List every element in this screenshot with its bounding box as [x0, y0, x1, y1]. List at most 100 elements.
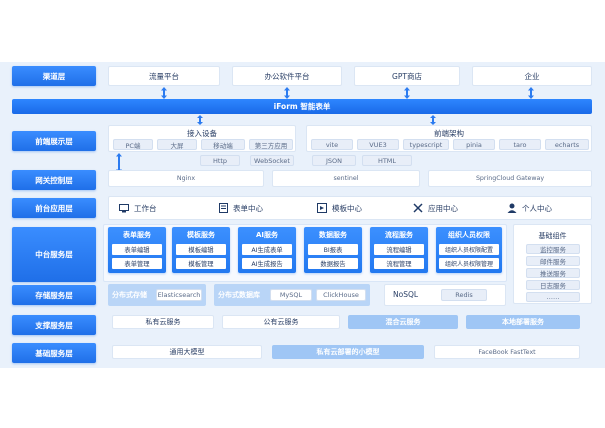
frontapp-item-personal-center[interactable]: 个人中心 — [507, 197, 552, 219]
support-item-label: 本地部署服务 — [502, 318, 544, 326]
pill-label: JSON — [325, 156, 343, 165]
pill-label: Elasticsearch — [157, 291, 201, 299]
pill-label: ClickHouse — [323, 291, 359, 299]
iform-banner: iForm 智能表单 — [12, 99, 592, 114]
support-hybrid-cloud: 混合云服务 — [348, 315, 458, 329]
service-item: 数据报告 — [308, 258, 358, 269]
support-item-label: 混合云服务 — [385, 318, 421, 326]
pill-label: …… — [546, 293, 560, 301]
double-arrow-icon — [161, 87, 167, 99]
frontapp-item-app-center[interactable]: 应用中心 — [413, 197, 458, 219]
access-device-mobile: 移动端 — [201, 139, 245, 150]
service-form: 表单服务 表单编辑 表单管理 — [108, 227, 166, 273]
pill-label: VUE3 — [369, 140, 387, 149]
service-item: 组织人员权限配置 — [439, 244, 499, 255]
service-item: 组织人员权限管理 — [439, 258, 499, 269]
layer-label-text: 存储服务层 — [35, 290, 73, 300]
pill-label: WebSocket — [254, 156, 290, 165]
service-item-label: 数据报告 — [320, 261, 346, 268]
service-title: 模板服务 — [187, 231, 215, 239]
access-device-pc: PC端 — [113, 139, 153, 150]
frontapp-item-form-center[interactable]: 表单中心 — [219, 197, 263, 219]
arch-typescript: typescript — [403, 139, 449, 150]
service-item: 流程编辑 — [374, 244, 424, 255]
pill-label: 日志服务 — [540, 282, 566, 290]
service-item-label: 表单管理 — [124, 261, 150, 268]
support-private-cloud: 私有云服务 — [112, 315, 214, 329]
layer-label-storage: 存储服务层 — [12, 285, 96, 305]
base-component-more: …… — [526, 292, 580, 302]
service-template: 模板服务 模板编辑 模板管理 — [172, 227, 230, 273]
arch-vite: vite — [311, 139, 353, 150]
service-item: AI生成表单 — [242, 244, 292, 255]
service-item-label: 组织人员权限管理 — [444, 261, 493, 268]
storage-distributed-storage: 分布式存储 Elasticsearch — [108, 284, 206, 306]
protocol-websocket: WebSocket — [250, 155, 294, 166]
channel-item-gpt: GPT商店 — [354, 66, 460, 86]
frontapp-item-template-center[interactable]: 模板中心 — [317, 197, 362, 219]
gateway-item-label: sentinel — [333, 175, 359, 182]
layer-label-text: 支撑服务层 — [35, 320, 73, 330]
layer-label-text: 中台服务层 — [35, 250, 73, 259]
layer-label-frontend: 前端展示层 — [12, 131, 96, 151]
double-arrow-icon — [284, 87, 290, 99]
pill-label: echarts — [554, 140, 580, 149]
base-fasttext: FaceBook FastText — [434, 345, 580, 359]
frontapp-bar: 工作台 表单中心 模板中心 应用中心 个人中心 — [108, 196, 592, 220]
service-title: 数据服务 — [319, 231, 347, 239]
access-devices-panel: 接入设备 PC端 大屏 移动端 第三方应用 — [108, 125, 296, 152]
service-item: 表单管理 — [112, 258, 162, 269]
service-item-label: BI报表 — [323, 247, 343, 254]
service-ai: AI服务 AI生成表单 AI生成报告 — [238, 227, 296, 273]
access-device-screen: 大屏 — [157, 139, 197, 150]
arch-vue3: VUE3 — [357, 139, 399, 150]
layer-label-frontapp: 前台应用层 — [12, 198, 96, 218]
gateway-springcloud: SpringCloud Gateway — [428, 170, 592, 187]
layer-label-text: 网关控制层 — [35, 175, 73, 185]
storage-nosql: NoSQL Redis — [384, 284, 506, 306]
base-component-mail: 邮件服务 — [526, 256, 580, 266]
layer-label-text: 前台应用层 — [35, 203, 73, 213]
frontend-architecture-panel: 前端架构 vite VUE3 typescript pinia taro ech… — [306, 125, 592, 152]
service-title: 流程服务 — [385, 231, 413, 239]
base-component-log: 日志服务 — [526, 280, 580, 290]
tools-icon — [413, 203, 423, 213]
service-item-label: 流程管理 — [386, 261, 412, 268]
protocol-http: Http — [200, 155, 240, 166]
frontend-architecture-title: 前端架构 — [434, 129, 464, 138]
storage-clickhouse: ClickHouse — [316, 289, 366, 301]
base-item-label: FaceBook FastText — [478, 348, 536, 356]
form-icon — [219, 203, 228, 213]
layer-label-text: 前端展示层 — [35, 136, 73, 146]
pill-label: 推送服务 — [540, 270, 566, 278]
arch-pinia: pinia — [453, 139, 495, 150]
frontapp-item-workbench[interactable]: 工作台 — [119, 197, 157, 219]
gateway-item-label: Nginx — [176, 175, 196, 182]
pill-label: 移动端 — [213, 141, 233, 150]
channel-item-label: 办公软件平台 — [264, 71, 310, 81]
storage-group-label: 分布式数据库 — [218, 291, 260, 299]
base-general-llm: 通用大模型 — [112, 345, 262, 359]
gateway-sentinel: sentinel — [272, 170, 420, 187]
frontapp-item-label: 应用中心 — [428, 203, 458, 213]
storage-elasticsearch: Elasticsearch — [156, 289, 202, 301]
service-process: 流程服务 流程编辑 流程管理 — [370, 227, 428, 273]
base-component-push: 推送服务 — [526, 268, 580, 278]
service-item-label: 流程编辑 — [386, 247, 412, 254]
storage-redis: Redis — [441, 289, 487, 301]
service-item-label: 模板编辑 — [188, 247, 214, 254]
pill-label: PC端 — [125, 141, 141, 150]
service-org-permission: 组织人员权限 组织人员权限配置 组织人员权限管理 — [436, 227, 502, 273]
layer-label-text: 渠道层 — [42, 71, 66, 81]
service-item-label: AI生成报告 — [251, 261, 283, 268]
protocol-html: HTML — [362, 155, 412, 166]
service-item-label: 模板管理 — [188, 261, 214, 268]
service-item: 流程管理 — [374, 258, 424, 269]
service-item: 模板管理 — [176, 258, 226, 269]
service-item: 表单编辑 — [112, 244, 162, 255]
base-private-small-model: 私有云部署的小模型 — [272, 345, 424, 359]
support-local-deploy: 本地部署服务 — [466, 315, 580, 329]
base-components-title: 基础组件 — [538, 232, 567, 240]
service-item: AI生成报告 — [242, 258, 292, 269]
arch-taro: taro — [499, 139, 541, 150]
